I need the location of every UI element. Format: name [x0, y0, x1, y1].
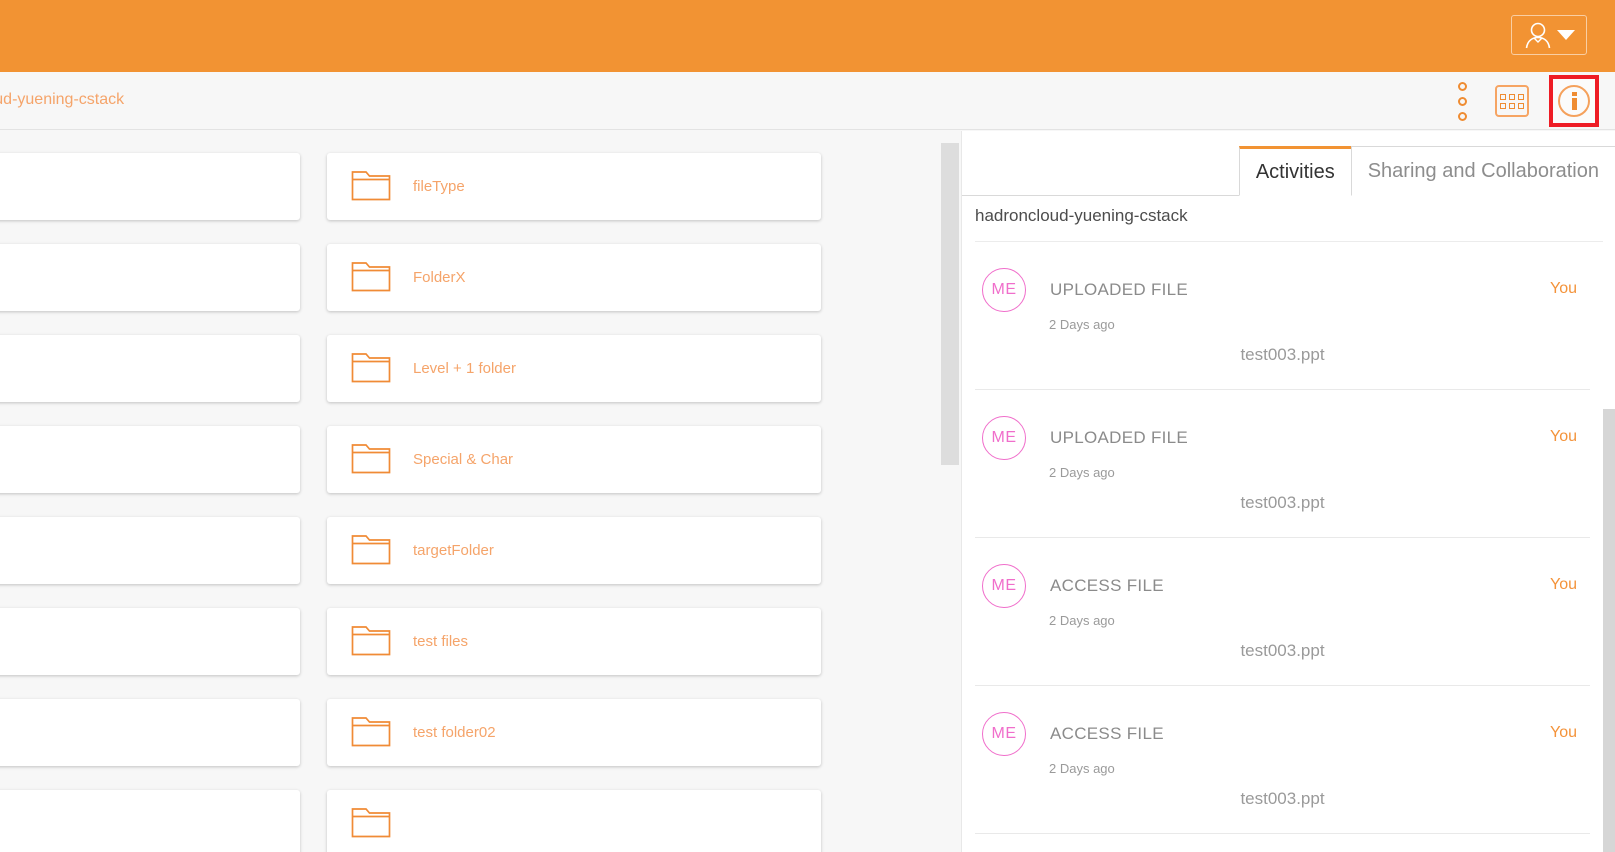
more-options-button[interactable]	[1449, 80, 1475, 122]
file-card[interactable]: targetFolder	[327, 517, 821, 584]
tab-spacer	[962, 195, 1239, 196]
application-root: hadroncloud-yuening-cstack	[0, 0, 1615, 852]
file-card[interactable]: Special & Char	[327, 426, 821, 493]
info-icon	[1558, 85, 1590, 117]
activity-item[interactable]: ME ACCESS FILE You 2 Days ago test003.pp…	[975, 538, 1590, 686]
activity-list: ME UPLOADED FILE You 2 Days ago test003.…	[975, 242, 1615, 852]
activity-item[interactable]: ME UPLOADED FILE You 2 Days ago test003.…	[975, 242, 1590, 390]
activity-type: ACCESS FILE	[1050, 724, 1164, 743]
activity-type: UPLOADED FILE	[1050, 280, 1189, 299]
activity-actor: You	[1550, 428, 1577, 445]
activity-timestamp: 2 Days ago	[1049, 317, 1115, 332]
avatar: ME	[982, 712, 1026, 756]
file-browser-content: cters ren gsblätter ~'Folder' A	[0, 131, 940, 852]
tab-sharing-and-collaboration[interactable]: Sharing and Collaboration	[1350, 146, 1615, 196]
file-card-label: test files	[413, 633, 469, 650]
file-card[interactable]: Level + 1 folder	[327, 335, 821, 402]
info-stem	[1571, 98, 1577, 110]
details-info-button[interactable]	[1549, 75, 1599, 127]
file-card[interactable]	[0, 790, 300, 852]
file-card[interactable]: test folder02	[327, 699, 821, 766]
file-card-column-left: cters ren gsblätter ~'Folder' A	[0, 153, 300, 852]
panel-tabs: Activities Sharing and Collaboration	[962, 144, 1615, 196]
folder-icon	[351, 623, 391, 661]
top-header-bar	[0, 0, 1615, 72]
grid-cell-icon	[1500, 102, 1506, 109]
activity-type: ACCESS FILE	[1050, 576, 1164, 595]
file-card[interactable]: cters ren	[0, 153, 300, 220]
grid-cell-icon	[1500, 93, 1506, 100]
details-panel: Activities Sharing and Collaboration had…	[961, 131, 1615, 852]
activity-timestamp: 2 Days ago	[1049, 613, 1115, 628]
chevron-down-icon	[1557, 30, 1575, 40]
folder-icon	[351, 259, 391, 297]
file-card[interactable]: FolderX	[327, 244, 821, 311]
account-menu-button[interactable]	[1511, 15, 1587, 55]
file-card[interactable]: gsblätter	[0, 426, 300, 493]
folder-icon	[351, 714, 391, 752]
tab-activities[interactable]: Activities	[1238, 146, 1352, 196]
content-scrollbar-thumb[interactable]	[941, 143, 959, 465]
file-card-label: targetFolder	[413, 542, 494, 559]
activity-filename[interactable]: test003.ppt	[975, 493, 1590, 513]
activity-timestamp: 2 Days ago	[1049, 761, 1115, 776]
activity-actor: You	[1550, 576, 1577, 593]
file-card-label: Special & Char	[413, 451, 514, 468]
user-avatar-icon	[1523, 21, 1553, 49]
avatar: ME	[982, 564, 1026, 608]
grid-icon-row	[1500, 102, 1524, 109]
file-card[interactable]	[0, 699, 300, 766]
activity-filename[interactable]: test003.ppt	[975, 641, 1590, 661]
grid-cell-icon	[1518, 93, 1524, 100]
file-card[interactable]: ~'Folder' A	[0, 517, 300, 584]
breadcrumb[interactable]: hadroncloud-yuening-cstack	[0, 91, 124, 109]
folder-icon	[351, 441, 391, 479]
file-card[interactable]: test files	[327, 608, 821, 675]
toolbar: hadroncloud-yuening-cstack	[0, 72, 1615, 130]
file-card-column-right: fileType FolderX Level + 1 folder Specia…	[327, 153, 821, 852]
avatar: ME	[982, 268, 1026, 312]
folder-icon	[351, 805, 391, 843]
activity-actor: You	[1550, 724, 1577, 741]
file-card[interactable]	[0, 608, 300, 675]
activity-item[interactable]: ME UPLOADED FILE You 2 Days ago test003.…	[975, 390, 1590, 538]
dot-icon	[1457, 81, 1467, 91]
grid-cell-icon	[1509, 93, 1515, 100]
activity-type: UPLOADED FILE	[1050, 428, 1189, 447]
grid-icon-row	[1500, 93, 1524, 100]
file-card[interactable]	[0, 335, 300, 402]
activity-actor: You	[1550, 280, 1577, 297]
file-card[interactable]	[327, 790, 821, 852]
file-card[interactable]	[0, 244, 300, 311]
activity-timestamp: 2 Days ago	[1049, 465, 1115, 480]
panel-scrollbar-thumb[interactable]	[1603, 409, 1615, 852]
avatar: ME	[982, 416, 1026, 460]
file-card-label: Level + 1 folder	[413, 360, 516, 377]
activity-filename[interactable]: test003.ppt	[975, 345, 1590, 365]
grid-cell-icon	[1518, 102, 1524, 109]
panel-title: hadroncloud-yuening-cstack	[975, 206, 1188, 225]
activity-filename[interactable]: test003.ppt	[975, 789, 1590, 809]
panel-scrollbar-track[interactable]	[1603, 270, 1615, 852]
file-card-label: FolderX	[413, 269, 466, 286]
activity-item[interactable]: ME ACCESS FILE You 2 Days ago test003.pp…	[975, 686, 1590, 834]
folder-icon	[351, 350, 391, 388]
info-glyph	[1571, 92, 1577, 110]
file-card-label: test folder02	[413, 724, 496, 741]
dot-icon	[1457, 111, 1467, 121]
toolbar-actions	[1449, 72, 1599, 130]
file-card-label: fileType	[413, 178, 465, 195]
file-card[interactable]: fileType	[327, 153, 821, 220]
dot-icon	[1457, 96, 1467, 106]
folder-icon	[351, 168, 391, 206]
grid-cell-icon	[1509, 102, 1515, 109]
info-dot	[1571, 92, 1577, 96]
folder-icon	[351, 532, 391, 570]
grid-view-button[interactable]	[1495, 85, 1529, 117]
